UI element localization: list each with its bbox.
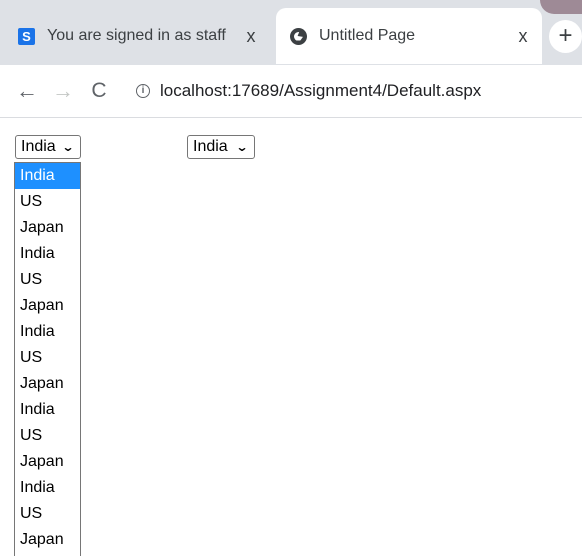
country-options-list: India US Japan India US Japan India US J… xyxy=(14,162,81,556)
new-tab-button[interactable]: + xyxy=(549,20,582,53)
list-item[interactable]: India xyxy=(15,163,80,189)
tab-untitled-page[interactable]: Untitled Page x xyxy=(276,8,542,64)
list-item[interactable]: US xyxy=(15,189,80,215)
tab-title: Untitled Page xyxy=(319,27,416,44)
list-item[interactable]: Japan xyxy=(15,371,80,397)
selected-value: India xyxy=(193,138,228,155)
list-item[interactable]: India xyxy=(15,241,80,267)
reload-icon[interactable]: C xyxy=(86,76,112,106)
list-item[interactable]: US xyxy=(15,423,80,449)
tab-title: You are signed in as staff xyxy=(47,27,226,44)
chevron-down-icon: ⌄ xyxy=(235,140,249,154)
list-item[interactable]: US xyxy=(15,345,80,371)
s-icon: S xyxy=(18,27,35,45)
list-item[interactable]: India xyxy=(15,319,80,345)
chevron-down-icon: ⌄ xyxy=(61,140,75,154)
close-icon[interactable]: x xyxy=(512,26,534,47)
list-item[interactable]: India xyxy=(15,397,80,423)
url-field[interactable]: localhost:17689/Assignment4/Default.aspx xyxy=(160,79,481,103)
back-arrow-icon[interactable]: ← xyxy=(14,76,40,106)
close-icon[interactable]: x xyxy=(240,26,262,47)
list-item[interactable]: Japan xyxy=(15,449,80,475)
address-toolbar: ← → C i localhost:17689/Assignment4/Defa… xyxy=(0,65,582,118)
country-select-1[interactable]: India ⌄ xyxy=(15,135,81,159)
info-icon[interactable]: i xyxy=(136,84,150,98)
list-item[interactable]: Japan xyxy=(15,527,80,553)
list-item[interactable]: US xyxy=(15,267,80,293)
selected-value: India xyxy=(21,138,56,155)
tab-staff[interactable]: S You are signed in as staff x xyxy=(8,8,270,64)
list-item[interactable]: Japan xyxy=(15,293,80,319)
tab-strip: S You are signed in as staff x Untitled … xyxy=(0,0,582,65)
list-item[interactable]: Japan xyxy=(15,215,80,241)
globe-icon xyxy=(290,27,307,45)
list-item[interactable]: US xyxy=(15,501,80,527)
country-select-2[interactable]: India ⌄ xyxy=(187,135,255,159)
list-item[interactable]: India xyxy=(15,475,80,501)
forward-arrow-icon[interactable]: → xyxy=(50,76,76,106)
window-frame-accent xyxy=(540,0,582,14)
